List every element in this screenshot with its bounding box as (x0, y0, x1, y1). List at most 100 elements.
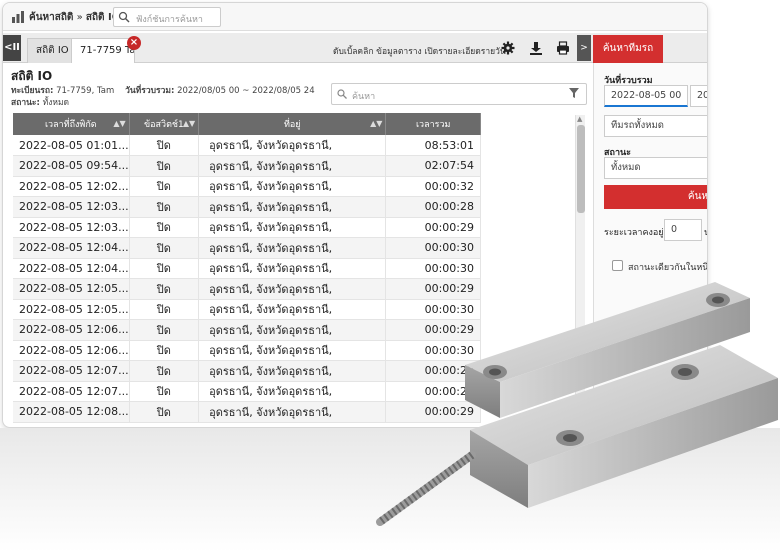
status-select[interactable]: ทั้งหมด (604, 157, 707, 179)
toolbar-hint: ดับเบิ้ลคลิก ข้อมูลตาราง เปิดรายละเอียดร… (333, 47, 506, 57)
download-icon[interactable] (529, 41, 543, 55)
column-header-switch[interactable]: ข้อสวิตช์1 ▲▼ (129, 113, 200, 135)
search-button[interactable]: ค้นห (604, 185, 707, 209)
cell-address: อุดรธานี, จังหวัดอุดรธานี, (198, 381, 387, 402)
cell-arrival-time: 2022-08-05 12:06... (13, 319, 130, 341)
date-to-input[interactable]: 202 (690, 85, 707, 107)
column-header-total[interactable]: เวลารวม (385, 113, 481, 135)
cell-address: อุดรธานี, จังหวัดอุดรธานี, (198, 360, 387, 382)
cell-arrival-time: 2022-08-05 12:05... (13, 299, 130, 320)
cell-arrival-time: 2022-08-05 12:06... (13, 340, 130, 361)
cell-switch-state: ปิด (129, 381, 200, 402)
cell-address: อุดรธานี, จังหวัดอุดรธานี, (198, 217, 387, 238)
table-row[interactable]: 2022-08-05 12:04... ปิด อุดรธานี, จังหวัดอ… (13, 237, 481, 259)
cell-arrival-time: 2022-08-05 12:04... (13, 237, 130, 259)
cell-address: อุดรธานี, จังหวัดอุดรธานี, (198, 135, 387, 156)
search-icon (337, 89, 347, 99)
cell-address: อุดรธานี, จังหวัดอุดรธานี, (198, 237, 387, 259)
cell-arrival-time: 2022-08-05 12:08... (13, 401, 130, 423)
cell-address: อุดรธานี, จังหวัดอุดรธานี, (198, 278, 387, 300)
function-search-input[interactable]: ฟังก์ชันการค้นหา (113, 7, 221, 27)
cell-address: อุดรธานี, จังหวัดอุดรธานี, (198, 319, 387, 341)
cell-switch-state: ปิด (129, 278, 200, 300)
scrollbar-thumb[interactable] (577, 125, 585, 213)
cell-address: อุดรธานี, จังหวัดอุดรธานี, (198, 176, 387, 197)
cell-total-time: 00:00:32 (385, 176, 481, 197)
cell-address: อุดรธานี, จังหวัดอุดรธานี, (198, 258, 387, 279)
column-header-label: เวลารวม (415, 120, 451, 130)
cell-switch-state: ปิด (129, 360, 200, 382)
sort-icon: ▲▼ (113, 119, 126, 128)
cell-arrival-time: 2022-08-05 12:03... (13, 217, 130, 238)
sort-icon: ▲▼ (182, 119, 196, 128)
breadcrumb-root[interactable]: ค้นหาสถิติ (29, 12, 73, 23)
table-row[interactable]: 2022-08-05 12:03... ปิด อุดรธานี, จังหวัดอ… (13, 217, 481, 238)
collapse-left-button[interactable]: <II (3, 35, 21, 61)
sort-icon: ▲▼ (370, 119, 383, 128)
tab-row: <II สถิติ IO 71-7759 Tam × ดับเบิ้ลคลิก … (3, 33, 707, 63)
cell-arrival-time: 2022-08-05 12:04... (13, 258, 130, 279)
cell-arrival-time: 2022-08-05 12:03... (13, 196, 130, 218)
column-header-time[interactable]: เวลาที่ถึงพิกัด ▲▼ (13, 113, 130, 135)
cell-switch-state: ปิด (129, 135, 200, 156)
breadcrumb: ค้นหาสถิติ » สถิติ IO (29, 10, 120, 25)
search-icon (118, 11, 130, 23)
cell-switch-state: ปิด (129, 176, 200, 197)
cell-switch-state: ปิด (129, 258, 200, 279)
sensor-cable (376, 451, 476, 526)
status-value: ทั้งหมด (42, 98, 70, 108)
cell-address: อุดรธานี, จังหวัดอุดรธานี, (198, 340, 387, 361)
table-header-row: เวลาที่ถึงพิกัด ▲▼ ข้อสวิตช์1 ▲▼ ที่อยู่ ▲▼… (13, 113, 481, 135)
column-header-address[interactable]: ที่อยู่ ▲▼ (198, 113, 387, 135)
collapse-right-button[interactable]: > (577, 35, 591, 61)
status-label: สถานะ: (11, 98, 40, 108)
column-header-label: ที่อยู่ (283, 120, 301, 130)
cell-switch-state: ปิด (129, 299, 200, 320)
table-row[interactable]: 2022-08-05 12:03... ปิด อุดรธานี, จังหวัดอ… (13, 196, 481, 218)
cell-switch-state: ปิด (129, 217, 200, 238)
table-search-input[interactable]: ค้นหา (331, 83, 587, 105)
cell-address: อุดรธานี, จังหวัดอุดรธานี, (198, 401, 387, 423)
gear-icon[interactable] (501, 41, 515, 55)
tab-team-search[interactable]: ค้นหาทีมรถ (593, 35, 663, 63)
duration-input[interactable]: 0 (664, 219, 702, 241)
cell-arrival-time: 2022-08-05 12:05... (13, 278, 130, 300)
cell-arrival-time: 2022-08-05 09:54... (13, 155, 130, 177)
cell-address: อุดรธานี, จังหวัดอุดรธานี, (198, 155, 387, 177)
cell-total-time: 00:00:29 (385, 217, 481, 238)
cell-arrival-time: 2022-08-05 12:07... (13, 360, 130, 382)
cell-switch-state: ปิด (129, 155, 200, 177)
cell-address: อุดรธานี, จังหวัดอุดรธานี, (198, 196, 387, 218)
cell-switch-state: ปิด (129, 237, 200, 259)
table-row[interactable]: 2022-08-05 01:01... ปิด อุดรธานี, จังหวัดอ… (13, 135, 481, 156)
table-row[interactable]: 2022-08-05 09:54... ปิด อุดรธานี, จังหวัดอ… (13, 155, 481, 177)
date-label: วันที่รวบรวม: (125, 86, 175, 96)
cell-total-time: 02:07:54 (385, 155, 481, 177)
print-icon[interactable] (556, 41, 570, 55)
cell-total-time: 00:00:30 (385, 237, 481, 259)
cell-switch-state: ปิด (129, 196, 200, 218)
bar-chart-icon (12, 11, 24, 23)
cell-switch-state: ปิด (129, 401, 200, 423)
top-bar: ค้นหาสถิติ » สถิติ IO ฟังก์ชันการค้นหา (3, 3, 707, 31)
filter-icon[interactable] (569, 88, 579, 98)
function-search-placeholder: ฟังก์ชันการค้นหา (136, 15, 203, 25)
scroll-up-icon[interactable]: ▲ (577, 115, 582, 123)
cell-switch-state: ปิด (129, 319, 200, 341)
date-from-input[interactable]: 2022-08-05 00 (604, 85, 688, 107)
table-row[interactable]: 2022-08-05 12:02... ปิด อุดรธานี, จังหวัดอ… (13, 176, 481, 197)
team-select[interactable]: ทีมรถทั้งหมด (604, 115, 707, 137)
column-header-label: เวลาที่ถึงพิกัด (44, 120, 97, 130)
cell-arrival-time: 2022-08-05 12:02... (13, 176, 130, 197)
cell-total-time: 00:00:28 (385, 196, 481, 218)
duration-unit: น (704, 225, 707, 239)
tab-vehicle[interactable]: 71-7759 Tam (71, 38, 135, 63)
cell-address: อุดรธานี, จังหวัดอุดรธานี, (198, 299, 387, 320)
cell-arrival-time: 2022-08-05 01:01... (13, 135, 130, 156)
table-search-placeholder: ค้นหา (352, 92, 376, 102)
cell-arrival-time: 2022-08-05 12:07... (13, 381, 130, 402)
breadcrumb-separator: » (76, 12, 83, 23)
close-tab-icon[interactable]: × (127, 36, 141, 50)
cell-switch-state: ปิด (129, 340, 200, 361)
meta-status: สถานะ: ทั้งหมด (11, 95, 69, 109)
